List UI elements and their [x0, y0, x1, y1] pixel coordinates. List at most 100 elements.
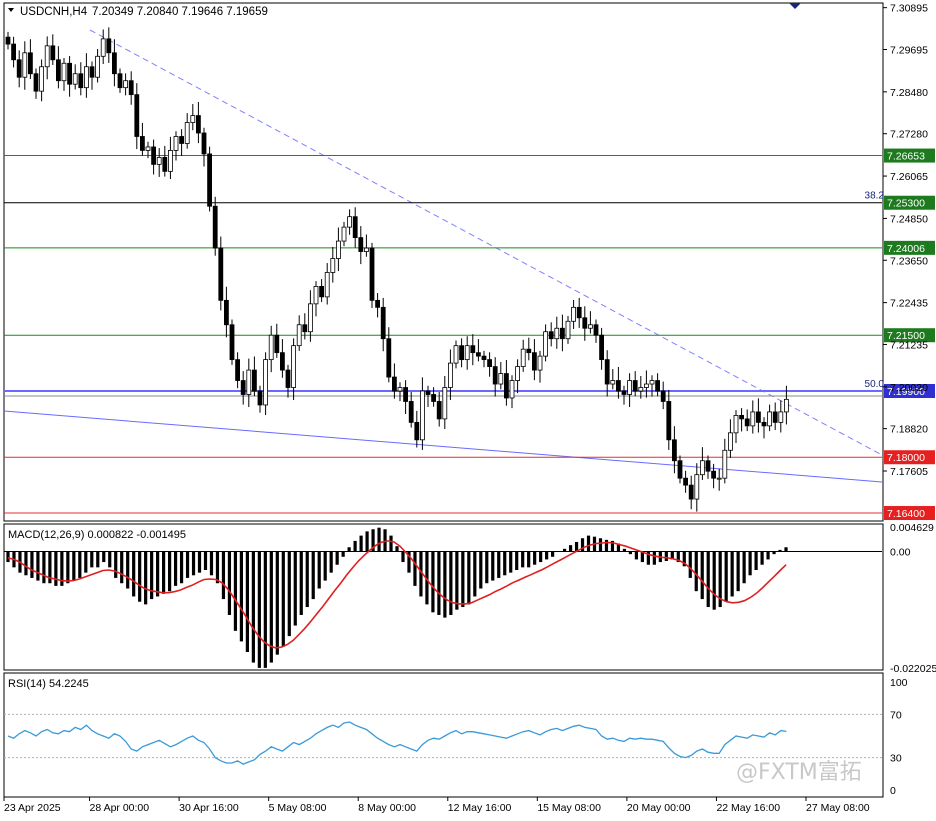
candle: [571, 306, 576, 322]
candle: [173, 136, 179, 151]
price-tick-label: 7.23650: [890, 255, 928, 267]
macd-bar: [706, 551, 710, 608]
macd-bar: [497, 551, 501, 578]
macd-bar: [598, 538, 603, 552]
macd-bar: [724, 551, 728, 602]
chart-canvas[interactable]: 38.250.0 7.266537.253007.240067.215007.1…: [0, 0, 936, 816]
macd-bar: [233, 551, 238, 631]
candle: [638, 387, 644, 392]
candle: [655, 380, 660, 392]
price-tick-label: 7.21235: [890, 339, 928, 351]
macd-bar: [413, 551, 417, 586]
macd-bar: [263, 551, 267, 668]
candle: [61, 62, 67, 82]
price-tick-label: 7.20020: [890, 382, 928, 394]
macd-bar: [533, 551, 537, 565]
chart-title: USDCNH,H4: [20, 6, 88, 18]
candle: [139, 136, 145, 151]
candle: [50, 45, 56, 61]
macd-bar: [742, 551, 746, 584]
candle: [492, 366, 498, 385]
macd-bar: [545, 551, 549, 560]
candle: [302, 324, 308, 333]
candle: [666, 401, 672, 441]
macd-bar: [347, 547, 351, 552]
candle: [307, 303, 313, 333]
macd-bar: [515, 551, 519, 571]
macd-bar: [383, 529, 387, 552]
price-tick-label: 7.22435: [890, 298, 928, 310]
price-tick-label: 7.30895: [890, 3, 928, 15]
price-tick-label: 7.18820: [890, 424, 928, 436]
macd-bar: [443, 551, 447, 618]
macd-bar: [329, 551, 333, 573]
macd-bar: [66, 551, 70, 584]
time-tick-label: 28 Apr 00:00: [90, 802, 150, 814]
candle: [246, 369, 252, 395]
candle: [263, 359, 269, 406]
candle: [716, 477, 722, 480]
time-tick-label: 22 May 16:00: [716, 802, 780, 814]
macd-bar: [688, 551, 692, 578]
price-tick-label: 7.24850: [890, 213, 928, 225]
time-tick-label: 23 Apr 2025: [4, 802, 61, 814]
candle: [632, 380, 638, 392]
macd-bar: [521, 551, 525, 568]
macd-bar: [281, 551, 285, 647]
candle: [319, 286, 325, 298]
candle: [369, 247, 375, 301]
macd-bar: [126, 551, 130, 589]
candle: [778, 411, 784, 423]
candle: [543, 331, 548, 357]
macd-bar: [455, 551, 459, 610]
chart-window: 38.2 50.0 7.26653 7.25300 7.24006 7.21500 7.1…: [0, 0, 936, 816]
macd-bar: [114, 551, 118, 578]
fib-label-50.0: 50.0: [865, 379, 885, 390]
candle: [296, 324, 302, 347]
macd-bar: [239, 551, 244, 642]
macd-bar: [42, 551, 46, 584]
candle: [268, 334, 274, 361]
candle: [358, 237, 364, 252]
candle: [453, 345, 459, 364]
candle: [347, 216, 353, 228]
candle: [33, 73, 39, 92]
candle: [78, 73, 84, 89]
macd-bar: [305, 551, 309, 608]
candle: [229, 324, 235, 361]
macd-bar: [748, 551, 752, 576]
candle: [649, 380, 655, 385]
candle: [162, 157, 168, 172]
candle: [403, 387, 409, 402]
candle: [739, 415, 744, 420]
candle: [56, 59, 61, 82]
candle: [700, 460, 705, 476]
macd-bar: [562, 548, 567, 552]
time-tick-label: 15 May 08:00: [537, 802, 601, 814]
candle: [436, 401, 442, 420]
macd-bar: [341, 551, 345, 557]
candle: [683, 477, 688, 486]
macd-bar: [604, 539, 609, 552]
time-tick-label: 27 May 08:00: [806, 802, 870, 814]
macd-bar: [36, 551, 40, 581]
macd-bar: [509, 551, 513, 573]
macd-bar: [401, 551, 405, 563]
macd-bar: [72, 551, 76, 581]
candle: [218, 247, 224, 301]
candle: [599, 334, 604, 361]
candle: [408, 401, 414, 423]
macd-bar: [359, 535, 363, 552]
candle: [447, 362, 453, 388]
macd-bar: [712, 551, 716, 610]
price-panel[interactable]: [3, 2, 884, 522]
candle: [515, 366, 520, 381]
macd-bar: [568, 545, 573, 552]
macd-bar: [30, 551, 34, 578]
candle: [722, 449, 728, 479]
candle: [352, 216, 358, 238]
candle: [44, 45, 50, 68]
candle: [313, 286, 319, 305]
macd-bar: [150, 551, 154, 600]
candle: [593, 324, 599, 336]
